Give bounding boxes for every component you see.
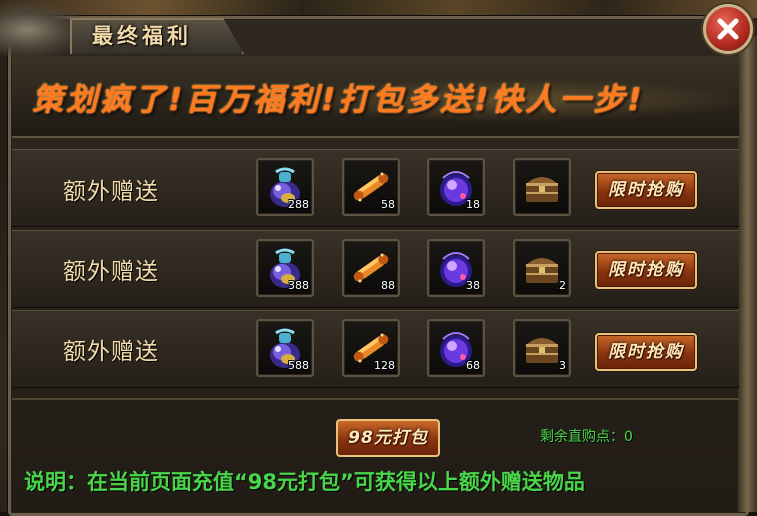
limited-buy-button[interactable]: 限时抢购	[595, 333, 697, 371]
item-count: 58	[381, 198, 395, 211]
points-label: 剩余直购点：	[540, 429, 624, 445]
item-count: 388	[288, 279, 309, 292]
item-count: 288	[288, 198, 309, 211]
description-text: 说明：在当前页面充值“98元打包”可获得以上额外赠送物品	[24, 470, 585, 494]
limited-buy-button[interactable]: 限时抢购	[595, 251, 697, 289]
item-slot[interactable]: 288	[256, 158, 314, 216]
item-slot[interactable]: 388	[256, 239, 314, 297]
row-label: 额外赠送	[63, 179, 159, 205]
item-slot[interactable]: 588	[256, 319, 314, 377]
remaining-points: 剩余直购点：0	[540, 426, 633, 446]
item-count: 38	[466, 279, 480, 292]
row-label: 额外赠送	[63, 339, 159, 365]
item-slot[interactable]: 18	[427, 158, 485, 216]
banner-text: 策划疯了!百万福利!打包多送!快人一步!	[32, 82, 645, 118]
item-slot[interactable]: 2	[513, 239, 571, 297]
item-count: 2	[559, 279, 566, 292]
item-slot[interactable]: 128	[342, 319, 400, 377]
item-slot[interactable]: 38	[427, 239, 485, 297]
close-icon	[717, 18, 739, 40]
item-slot[interactable]	[513, 158, 571, 216]
item-slot[interactable]: 3	[513, 319, 571, 377]
item-count: 588	[288, 359, 309, 372]
treasure-chest-icon	[519, 164, 565, 210]
item-slot[interactable]: 58	[342, 158, 400, 216]
item-count: 68	[466, 359, 480, 372]
item-slot[interactable]: 68	[427, 319, 485, 377]
item-slot[interactable]: 88	[342, 239, 400, 297]
frame-pillar	[738, 36, 757, 512]
item-count: 3	[559, 359, 566, 372]
limited-buy-button[interactable]: 限时抢购	[595, 171, 697, 209]
dialog-title: 最终福利	[92, 24, 192, 48]
pack-98-button[interactable]: 98元打包	[336, 419, 440, 457]
points-value: 0	[624, 429, 633, 445]
item-count: 18	[466, 198, 480, 211]
row-label: 额外赠送	[63, 259, 159, 285]
item-count: 128	[374, 359, 395, 372]
item-count: 88	[381, 279, 395, 292]
close-button[interactable]	[703, 4, 753, 54]
divider	[12, 398, 739, 400]
